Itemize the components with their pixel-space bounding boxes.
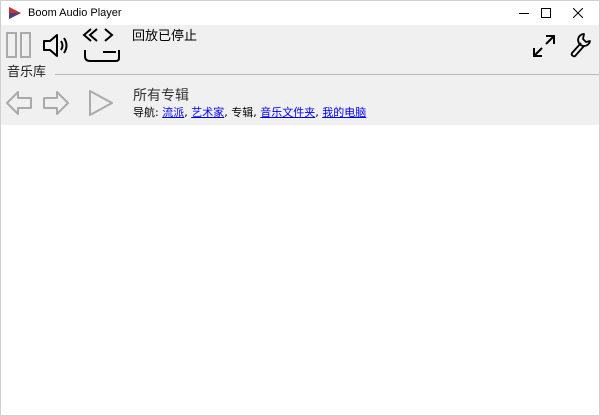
library-section-label: 音乐库 — [7, 65, 51, 81]
app-window: Boom Audio Player 回放已停止 音乐库 所有专辑 导航: 流派,… — [0, 0, 600, 416]
forward-arrow-icon[interactable] — [42, 89, 70, 117]
breadcrumb-link-music-folders[interactable]: 音乐文件夹 — [260, 106, 315, 119]
close-button[interactable] — [555, 1, 600, 25]
fullscreen-icon[interactable] — [531, 33, 557, 59]
app-logo-icon — [9, 7, 21, 19]
back-arrow-icon[interactable] — [5, 89, 33, 117]
title-bar[interactable]: Boom Audio Player — [1, 1, 599, 25]
breadcrumb-link-genres[interactable]: 流派 — [162, 106, 184, 119]
breadcrumb-prefix: 导航: — [133, 106, 163, 119]
album-list-area[interactable] — [1, 125, 599, 415]
window-title: Boom Audio Player — [28, 7, 122, 19]
repeat-icon[interactable] — [81, 28, 121, 64]
volume-icon[interactable] — [42, 32, 72, 59]
play-icon[interactable] — [87, 89, 115, 117]
pause-icon[interactable] — [6, 32, 32, 58]
breadcrumb-current-albums: 专辑 — [231, 106, 254, 119]
close-icon — [573, 8, 583, 18]
section-divider — [55, 74, 599, 75]
playback-status: 回放已停止 — [132, 29, 198, 44]
maximize-icon — [541, 8, 551, 18]
breadcrumb-link-my-computer[interactable]: 我的电脑 — [322, 106, 366, 119]
settings-icon[interactable] — [569, 32, 593, 58]
current-view-title: 所有专辑 — [133, 88, 189, 104]
breadcrumb: 导航: 流派, 艺术家, 专辑, 音乐文件夹, 我的电脑 — [133, 106, 366, 120]
breadcrumb-link-artists[interactable]: 艺术家 — [191, 106, 224, 119]
